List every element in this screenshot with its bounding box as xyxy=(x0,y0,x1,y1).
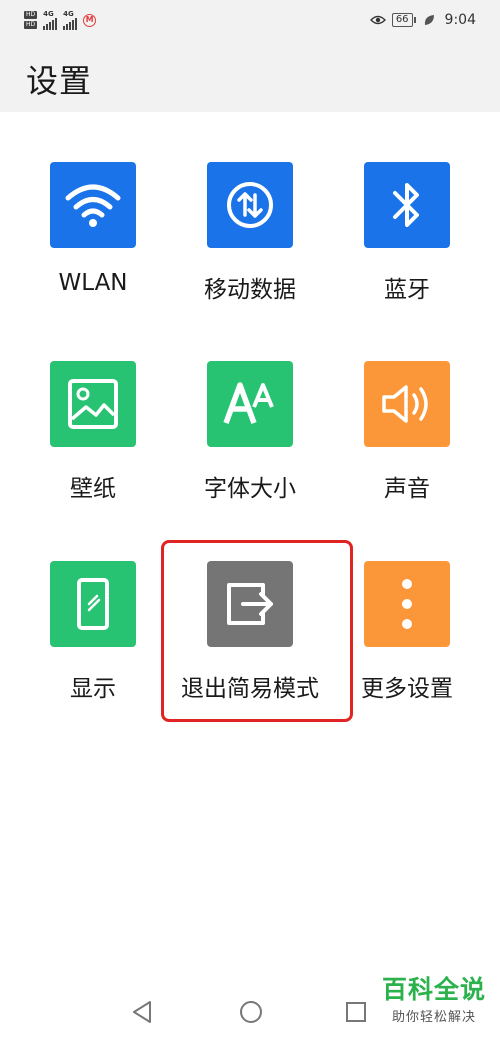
page-title: 设置 xyxy=(26,62,93,100)
network-type-2: 4G xyxy=(63,9,74,18)
tile-label-sound: 声音 xyxy=(384,476,430,502)
bluetooth-icon xyxy=(364,162,450,248)
wallpaper-icon xyxy=(50,361,136,447)
wifi-icon xyxy=(50,162,136,248)
tile-label-wlan: WLAN xyxy=(58,270,128,296)
tile-display[interactable]: 显示 xyxy=(8,561,178,703)
tile-wlan[interactable]: WLAN xyxy=(8,162,178,296)
tile-label-mobile-data: 移动数据 xyxy=(204,277,296,303)
network-type-1: 4G xyxy=(43,9,54,18)
signal-1: 4G xyxy=(43,9,58,30)
signal-2: 4G xyxy=(63,9,78,30)
recents-icon[interactable] xyxy=(344,999,368,1025)
status-bar: HD HD 4G 4G M 66 9:04 xyxy=(0,0,500,40)
tile-label-display: 显示 xyxy=(70,676,116,702)
tile-wallpaper[interactable]: 壁纸 xyxy=(8,361,178,503)
hd-badge-1: HD xyxy=(24,11,38,19)
tile-label-wallpaper: 壁纸 xyxy=(70,476,116,502)
font-size-icon xyxy=(207,361,293,447)
tile-bluetooth[interactable]: 蓝牙 xyxy=(322,162,492,304)
sim-badge-icon: M xyxy=(83,13,97,27)
watermark-title: 百科全说 xyxy=(381,975,486,1004)
back-icon[interactable] xyxy=(130,999,154,1025)
clock: 9:04 xyxy=(444,12,476,28)
watermark-subtitle: 助你轻松解决 xyxy=(391,1010,476,1025)
hd-badge-2: HD xyxy=(24,21,38,29)
header: 设置 xyxy=(0,40,500,112)
more-icon xyxy=(364,561,450,647)
tile-label-font-size: 字体大小 xyxy=(204,476,296,502)
tile-label-bluetooth: 蓝牙 xyxy=(384,277,430,303)
sound-icon xyxy=(364,361,450,447)
mobile-data-icon xyxy=(207,162,293,248)
highlight-annotation xyxy=(161,540,353,722)
leaf-icon xyxy=(424,15,434,25)
battery-icon: 66 xyxy=(391,13,416,27)
tile-mobile-data[interactable]: 移动数据 xyxy=(165,162,335,304)
signal-strength-icon-2 xyxy=(63,17,78,30)
sim-indicators: HD HD xyxy=(24,11,38,29)
status-right: 66 9:04 xyxy=(369,12,476,28)
home-icon[interactable] xyxy=(238,999,264,1025)
display-icon xyxy=(50,561,136,647)
tile-font-size[interactable]: 字体大小 xyxy=(165,361,335,503)
signal-strength-icon xyxy=(43,17,58,30)
watermark-logo: 百科全说 助你轻松解决 xyxy=(381,975,486,1026)
tile-sound[interactable]: 声音 xyxy=(322,361,492,503)
eye-comfort-icon xyxy=(369,15,386,25)
status-left: HD HD 4G 4G M xyxy=(24,9,97,30)
